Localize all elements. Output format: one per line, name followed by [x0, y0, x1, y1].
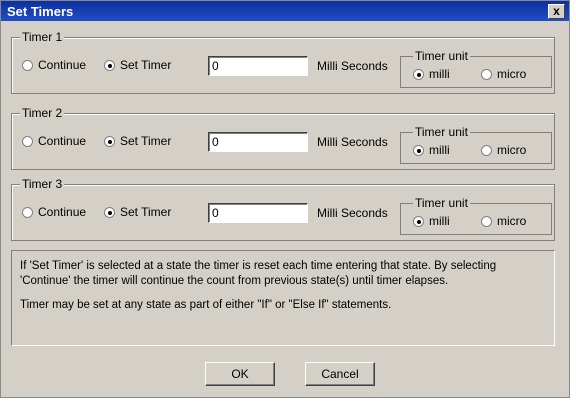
- timer-3-micro-radio[interactable]: micro: [481, 214, 526, 228]
- radio-circle-selected: [104, 206, 115, 218]
- info-text-box: If 'Set Timer' is selected at a state th…: [11, 250, 555, 346]
- timer-2-label: Timer 2: [20, 106, 65, 120]
- radio-circle-selected: [413, 215, 424, 227]
- set-timer-label: Set Timer: [120, 205, 172, 219]
- micro-label: micro: [497, 214, 527, 228]
- timer-3-units-text: Milli Seconds: [317, 206, 388, 220]
- title-bar: Set Timers x: [1, 1, 569, 21]
- info-line-1: If 'Set Timer' is selected at a state th…: [20, 260, 497, 287]
- timer-1-unit-box: Timer unit milli micro: [400, 49, 552, 88]
- timer-3-unit-box: Timer unit milli micro: [400, 196, 552, 235]
- close-button[interactable]: x: [548, 4, 565, 19]
- timer-1-micro-radio[interactable]: micro: [481, 67, 526, 81]
- continue-label: Continue: [38, 58, 87, 72]
- window-title: Set Timers: [7, 4, 74, 19]
- timer-unit-title: Timer unit: [413, 49, 470, 63]
- timer-2-micro-radio[interactable]: micro: [481, 143, 526, 157]
- timer-1-value-input[interactable]: 0: [208, 56, 308, 76]
- timer-unit-title: Timer unit: [413, 125, 470, 139]
- radio-circle: [481, 215, 492, 227]
- timer-2-value-input[interactable]: 0: [208, 132, 308, 152]
- timer-3-set-timer-radio[interactable]: Set Timer: [104, 205, 171, 219]
- timer-1-label: Timer 1: [20, 30, 65, 44]
- radio-circle-selected: [104, 135, 115, 147]
- timer-3-value-input[interactable]: 0: [208, 203, 308, 223]
- timer-3-label: Timer 3: [20, 177, 65, 191]
- radio-circle: [22, 135, 33, 147]
- timer-2-set-timer-radio[interactable]: Set Timer: [104, 134, 171, 148]
- micro-label: micro: [497, 143, 527, 157]
- radio-circle: [22, 206, 33, 218]
- set-timer-label: Set Timer: [120, 134, 172, 148]
- timer-2-units-text: Milli Seconds: [317, 135, 388, 149]
- timer-2-unit-box: Timer unit milli micro: [400, 125, 552, 164]
- radio-circle-selected: [104, 59, 115, 71]
- timer-1-milli-radio[interactable]: milli: [413, 67, 450, 81]
- timer-2-group: Timer 2 Continue Set Timer 0 Milli Secon…: [11, 106, 555, 170]
- continue-label: Continue: [38, 205, 87, 219]
- timer-2-continue-radio[interactable]: Continue: [22, 134, 86, 148]
- radio-circle-selected: [413, 144, 424, 156]
- set-timer-label: Set Timer: [120, 58, 172, 72]
- radio-circle-selected: [413, 68, 424, 80]
- radio-circle: [481, 68, 492, 80]
- milli-label: milli: [429, 143, 450, 157]
- radio-circle: [481, 144, 492, 156]
- timer-unit-title: Timer unit: [413, 196, 470, 210]
- timer-1-continue-radio[interactable]: Continue: [22, 58, 86, 72]
- cancel-button[interactable]: Cancel: [305, 362, 375, 386]
- milli-label: milli: [429, 67, 450, 81]
- micro-label: micro: [497, 67, 527, 81]
- timer-3-milli-radio[interactable]: milli: [413, 214, 450, 228]
- milli-label: milli: [429, 214, 450, 228]
- timer-2-milli-radio[interactable]: milli: [413, 143, 450, 157]
- continue-label: Continue: [38, 134, 87, 148]
- ok-button[interactable]: OK: [205, 362, 275, 386]
- radio-circle: [22, 59, 33, 71]
- timer-3-continue-radio[interactable]: Continue: [22, 205, 86, 219]
- timer-3-group: Timer 3 Continue Set Timer 0 Milli Secon…: [11, 177, 555, 241]
- timer-1-units-text: Milli Seconds: [317, 59, 388, 73]
- set-timers-dialog: Set Timers x Timer 1 Continue Set Timer …: [0, 0, 570, 398]
- timer-1-group: Timer 1 Continue Set Timer 0 Milli Secon…: [11, 30, 555, 94]
- info-line-2: Timer may be set at any state as part of…: [20, 299, 392, 311]
- timer-1-set-timer-radio[interactable]: Set Timer: [104, 58, 171, 72]
